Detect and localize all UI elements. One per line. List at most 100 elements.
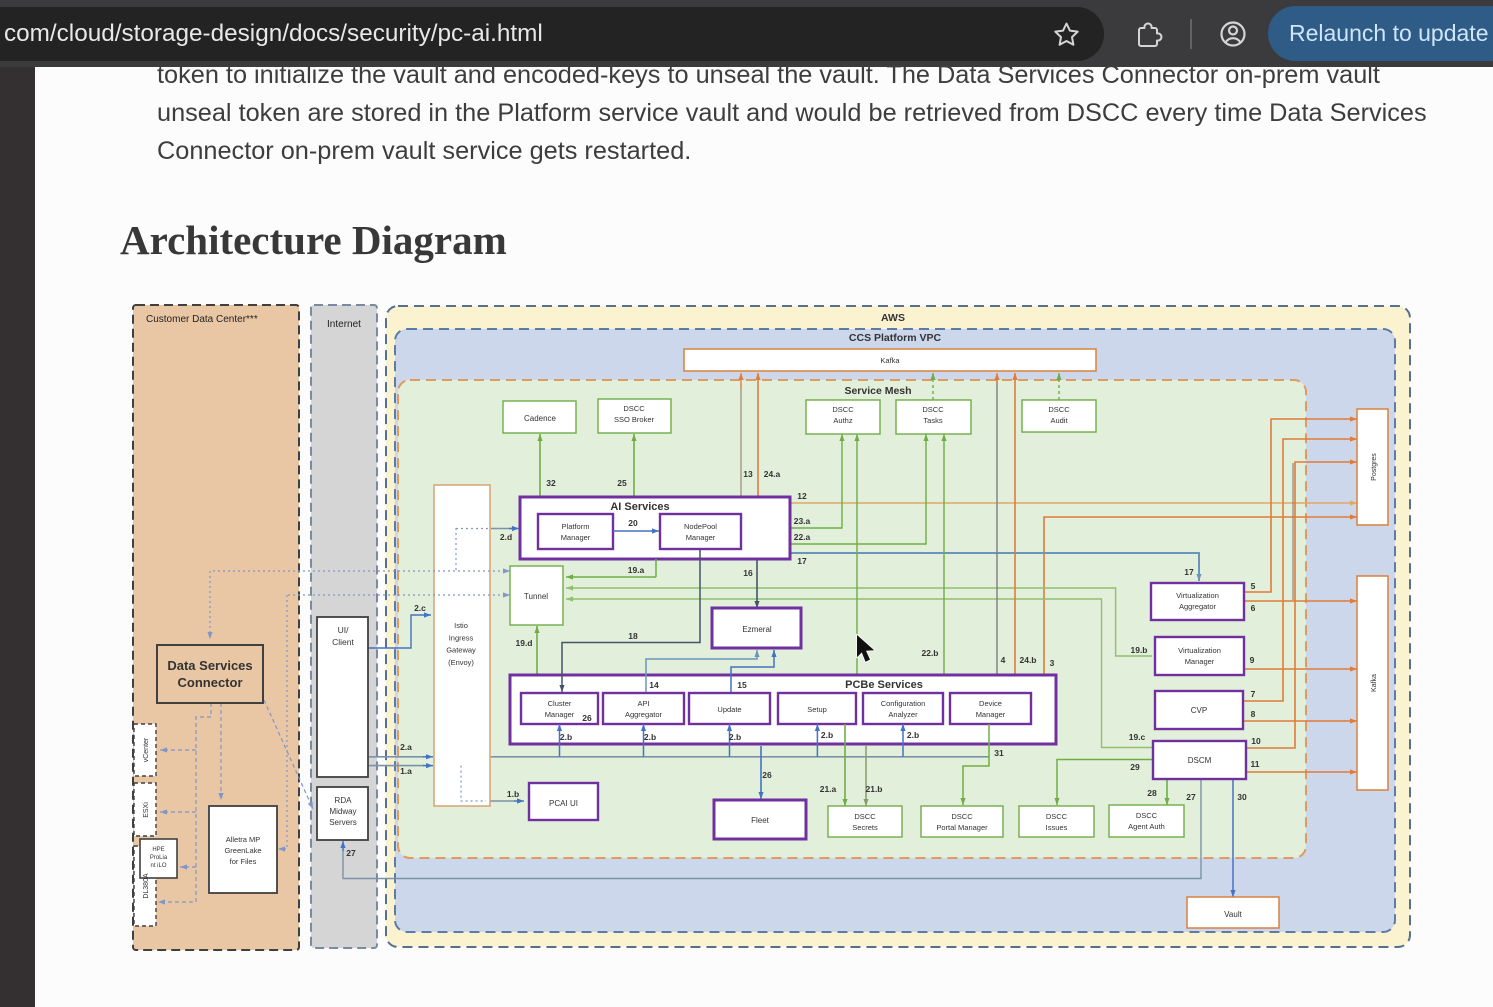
svg-text:Postgres: Postgres	[1371, 453, 1378, 481]
svg-text:DSCC: DSCC	[1136, 811, 1158, 820]
svg-text:19.b: 19.b	[1130, 645, 1147, 655]
svg-text:DSCC: DSCC	[623, 404, 645, 413]
svg-text:2.d: 2.d	[500, 532, 512, 542]
svg-text:2.b: 2.b	[644, 732, 656, 742]
svg-text:Kafka: Kafka	[880, 356, 900, 365]
svg-text:ProLia: ProLia	[150, 855, 168, 861]
svg-text:nt iLO: nt iLO	[150, 863, 166, 869]
svg-text:Secrets: Secrets	[852, 823, 878, 832]
svg-text:DSCC: DSCC	[951, 812, 973, 821]
svg-text:Manager: Manager	[1185, 657, 1215, 666]
svg-text:25: 25	[617, 478, 627, 488]
svg-text:Ingress: Ingress	[449, 633, 474, 642]
svg-text:SSO Broker: SSO Broker	[614, 415, 655, 424]
svg-text:Issues: Issues	[1046, 823, 1068, 832]
svg-text:PCAI UI: PCAI UI	[549, 799, 578, 808]
svg-text:DSCC: DSCC	[1046, 812, 1068, 821]
svg-text:Platform: Platform	[562, 522, 590, 531]
svg-text:22.a: 22.a	[794, 532, 811, 542]
svg-text:28: 28	[1147, 788, 1157, 798]
svg-text:DSCM: DSCM	[1188, 756, 1212, 765]
svg-text:8: 8	[1251, 709, 1256, 719]
svg-text:PCBe Services: PCBe Services	[845, 679, 923, 691]
svg-text:Fleet: Fleet	[751, 816, 770, 825]
svg-text:DL380A: DL380A	[143, 873, 150, 899]
svg-text:Audit: Audit	[1050, 416, 1068, 425]
svg-text:Alletra MP: Alletra MP	[226, 835, 261, 844]
svg-text:19.c: 19.c	[1129, 732, 1146, 742]
svg-text:ESXi: ESXi	[143, 802, 150, 818]
svg-text:Cluster: Cluster	[548, 699, 572, 708]
svg-text:GreenLake: GreenLake	[224, 846, 261, 855]
svg-text:32: 32	[546, 478, 556, 488]
svg-text:NodePool: NodePool	[684, 522, 717, 531]
svg-text:3: 3	[1050, 658, 1055, 668]
svg-text:AWS: AWS	[881, 312, 905, 324]
svg-text:31: 31	[994, 748, 1004, 758]
svg-text:Ezmeral: Ezmeral	[742, 625, 772, 634]
svg-text:21.a: 21.a	[820, 784, 837, 794]
svg-text:2.b: 2.b	[560, 732, 572, 742]
svg-text:Update: Update	[717, 705, 741, 714]
svg-text:(Envoy): (Envoy)	[448, 658, 474, 667]
svg-text:4: 4	[1001, 655, 1006, 665]
svg-text:Service Mesh: Service Mesh	[844, 385, 911, 397]
svg-text:DSCC: DSCC	[1048, 405, 1070, 414]
svg-text:1.b: 1.b	[507, 789, 519, 799]
svg-text:27: 27	[346, 848, 356, 858]
svg-text:13: 13	[743, 469, 753, 479]
svg-text:11: 11	[1251, 759, 1260, 769]
svg-text:21.b: 21.b	[865, 784, 882, 794]
svg-text:30: 30	[1237, 792, 1247, 802]
svg-text:Portal Manager: Portal Manager	[936, 823, 988, 832]
svg-text:Internet: Internet	[327, 319, 361, 330]
svg-text:2.a: 2.a	[400, 742, 412, 752]
svg-text:Client: Client	[332, 637, 354, 647]
svg-text:1.a: 1.a	[400, 766, 412, 776]
svg-text:API: API	[637, 699, 649, 708]
svg-text:Connector: Connector	[178, 675, 243, 690]
svg-text:23.a: 23.a	[794, 516, 811, 526]
svg-text:Vault: Vault	[1224, 910, 1242, 919]
svg-text:15: 15	[737, 680, 747, 690]
svg-text:Virtualization: Virtualization	[1178, 646, 1221, 655]
svg-text:CCS Platform VPC: CCS Platform VPC	[849, 332, 942, 344]
svg-text:19.d: 19.d	[515, 638, 532, 648]
svg-text:22.b: 22.b	[921, 648, 938, 658]
svg-text:Setup: Setup	[807, 705, 827, 714]
svg-text:26: 26	[762, 770, 772, 780]
svg-text:18: 18	[628, 631, 638, 641]
svg-text:Manager: Manager	[976, 710, 1006, 719]
svg-text:17: 17	[797, 556, 807, 566]
svg-text:Manager: Manager	[686, 533, 716, 542]
svg-text:Configuration: Configuration	[881, 699, 926, 708]
svg-text:for Files: for Files	[230, 857, 257, 866]
svg-text:5: 5	[1251, 581, 1256, 591]
svg-text:20: 20	[628, 518, 638, 528]
svg-text:Aggregator: Aggregator	[1179, 602, 1217, 611]
svg-text:7: 7	[1251, 689, 1256, 699]
svg-text:RDA: RDA	[335, 796, 353, 805]
svg-text:26: 26	[582, 713, 592, 723]
svg-text:Aggregator: Aggregator	[625, 710, 663, 719]
svg-text:14: 14	[649, 680, 659, 690]
svg-text:Istio: Istio	[454, 621, 468, 630]
svg-text:Servers: Servers	[329, 818, 357, 827]
svg-text:DSCC: DSCC	[854, 812, 876, 821]
svg-text:Tasks: Tasks	[923, 416, 942, 425]
svg-text:DSCC: DSCC	[922, 405, 944, 414]
svg-text:AI Services: AI Services	[610, 501, 669, 513]
svg-text:Midway: Midway	[329, 807, 356, 816]
svg-text:19.a: 19.a	[628, 565, 645, 575]
svg-text:Manager: Manager	[561, 533, 591, 542]
svg-text:DSCC: DSCC	[832, 405, 854, 414]
svg-text:24.a: 24.a	[764, 469, 781, 479]
svg-text:12: 12	[797, 491, 807, 501]
svg-text:2.b: 2.b	[907, 730, 919, 740]
svg-text:Kafka: Kafka	[1371, 674, 1378, 692]
svg-text:Tunnel: Tunnel	[524, 592, 548, 601]
svg-text:16: 16	[743, 568, 753, 578]
svg-text:Data Services: Data Services	[167, 658, 252, 673]
svg-text:Gateway: Gateway	[446, 646, 476, 655]
svg-text:29: 29	[1130, 762, 1140, 772]
